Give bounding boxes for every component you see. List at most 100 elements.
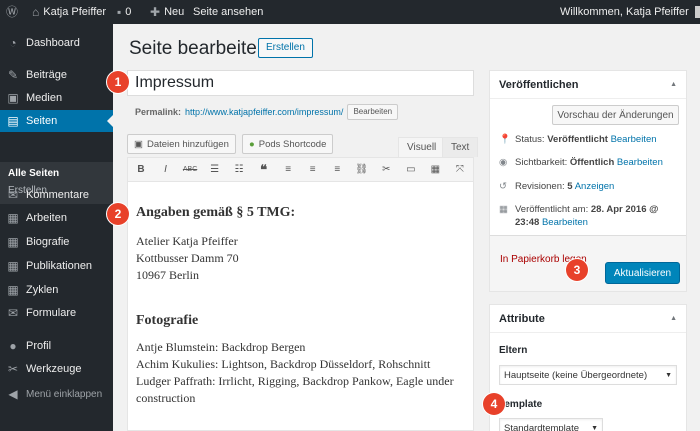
calendar-icon: ▦ [499, 204, 508, 215]
pin-icon: ✎ [7, 68, 19, 82]
menu-item-posts[interactable]: ✎ Beiträge [0, 64, 113, 86]
kitchen-sink-icon[interactable]: ▦ [426, 164, 444, 175]
list-bullet-icon[interactable]: ☰ [206, 164, 224, 175]
template-label: Template [499, 399, 543, 410]
parent-label: Eltern [499, 345, 528, 356]
template-select[interactable]: Standardtemplate ▼ [499, 418, 603, 431]
parent-select-value: Hauptseite (keine Übergeordnete) [504, 369, 648, 381]
bold-button[interactable]: B [132, 164, 150, 175]
editor-content[interactable]: Angaben gemäß § 5 TMG: Atelier Katja Pfe… [128, 182, 473, 419]
submenu-all-pages[interactable]: Alle Seiten [8, 168, 59, 179]
add-media-label: Dateien hinzufügen [146, 138, 229, 150]
template-select-value: Standardtemplate [504, 422, 579, 431]
menu-item-dashboard[interactable]: ◔ Dashboard [0, 32, 113, 54]
publish-box-header[interactable]: Veröffentlichen ▲ [490, 71, 686, 99]
menu-item-biografie[interactable]: ▦ Biografie [0, 231, 113, 253]
menu-item-media[interactable]: ▣ Medien [0, 87, 113, 109]
menu-item-arbeiten[interactable]: ▦ Arbeiten [0, 207, 113, 229]
credit-line: Ludger Paffrath: Irrlicht, Rigging, Back… [136, 374, 454, 405]
unlink-icon[interactable]: ✂ [377, 164, 395, 175]
update-button[interactable]: Aktualisieren [605, 262, 680, 284]
revisions-show-link[interactable]: Anzeigen [575, 181, 615, 192]
post-title-input[interactable]: Impressum [127, 70, 474, 96]
revisions-count: 5 [567, 181, 573, 192]
mail-icon: ✉ [7, 306, 19, 320]
site-name-link[interactable]: ⌂ Katja Pfeiffer [32, 0, 106, 24]
preview-changes-button[interactable]: Vorschau der Änderungen [552, 105, 679, 125]
site-name: Katja Pfeiffer [43, 6, 107, 18]
align-right-icon[interactable]: ≡ [328, 164, 346, 175]
editor-toolbar: B I ABC ☰ ☷ ❝ ≡ ≡ ≡ ⛓ ✂ ▭ ▦ ⤧ [128, 158, 473, 182]
menu-label: Formulare [26, 307, 77, 319]
permalink-edit-button[interactable]: Bearbeiten [347, 104, 399, 120]
link-icon[interactable]: ⛓ [353, 164, 371, 175]
menu-item-werkzeuge[interactable]: ✂ Werkzeuge [0, 358, 113, 380]
collapse-menu-button[interactable]: ◀ Menü einklappen [0, 383, 113, 405]
status-edit-link[interactable]: Bearbeiten [611, 134, 657, 145]
permalink-label: Permalink: [135, 107, 182, 117]
wordpress-logo-icon[interactable]: Ⓦ [6, 0, 18, 24]
view-page-link[interactable]: Seite ansehen [193, 0, 263, 24]
list-icon: ▦ [7, 283, 19, 297]
chevron-down-icon: ▼ [665, 371, 672, 379]
content-heading: Angaben gemäß § 5 TMG: [136, 205, 296, 220]
menu-label: Publikationen [26, 260, 93, 272]
published-label: Veröffentlicht am: [515, 204, 589, 215]
menu-item-profil[interactable]: ● Profil [0, 335, 113, 357]
comments-link[interactable]: ▪ 0 [117, 0, 131, 24]
parent-select[interactable]: Hauptseite (keine Übergeordnete) ▼ [499, 365, 677, 385]
menu-label: Biografie [26, 236, 70, 248]
permalink-url[interactable]: http://www.katjapfeiffer.com/impressum/ [185, 107, 343, 117]
credit-line: Achim Kukulies: Lightson, Backdrop Düsse… [136, 357, 431, 371]
menu-item-comments[interactable]: ✉ Kommentare [0, 184, 113, 206]
strikethrough-button[interactable]: ABC [181, 166, 199, 173]
chevron-down-icon: ▼ [591, 424, 598, 431]
content-editor[interactable]: B I ABC ☰ ☷ ❝ ≡ ≡ ≡ ⛓ ✂ ▭ ▦ ⤧ Angaben ge… [127, 157, 474, 431]
more-icon[interactable]: ▭ [402, 164, 420, 175]
collapse-arrow-icon: ◀ [8, 387, 18, 401]
visibility-edit-link[interactable]: Bearbeiten [617, 157, 663, 168]
italic-button[interactable]: I [157, 164, 175, 175]
collapse-triangle-icon[interactable]: ▲ [670, 315, 677, 322]
pages-icon: ▤ [7, 114, 19, 128]
menu-label: Beiträge [26, 69, 67, 81]
new-link[interactable]: ✚ Neu [150, 0, 184, 24]
menu-label: Kommentare [26, 189, 89, 201]
credit-line: Antje Blumstein: Backdrop Bergen [136, 340, 306, 354]
menu-item-zyklen[interactable]: ▦ Zyklen [0, 279, 113, 301]
annotation-badge-1: 1 [107, 71, 129, 93]
revisions-row: ↺ Revisionen: 5 Anzeigen [499, 180, 684, 193]
pods-shortcode-label: Pods Shortcode [258, 138, 327, 150]
comments-count: 0 [125, 6, 132, 18]
menu-item-pages[interactable]: ▤ Seiten [0, 110, 113, 132]
align-center-icon[interactable]: ≡ [304, 164, 322, 175]
align-left-icon[interactable]: ≡ [279, 164, 297, 175]
wrench-icon: ✂ [7, 362, 19, 376]
collapse-triangle-icon[interactable]: ▲ [670, 81, 677, 88]
menu-item-formulare[interactable]: ✉ Formulare [0, 302, 113, 324]
tab-visual[interactable]: Visuell [398, 137, 446, 157]
admin-bar: Ⓦ ⌂ Katja Pfeiffer ▪ 0 ✚ Neu Seite ansehen … [0, 0, 700, 24]
view-page-label: Seite ansehen [193, 6, 264, 18]
new-label: Neu [164, 6, 185, 18]
create-page-button[interactable]: Erstellen [258, 38, 313, 58]
add-media-button[interactable]: ▣ Dateien hinzufügen [127, 134, 236, 154]
media-icon: ▣ [134, 138, 143, 150]
fullscreen-icon[interactable]: ⤧ [451, 164, 469, 175]
home-icon: ⌂ [32, 5, 40, 19]
account-menu[interactable]: Willkommen, Katja Pfeiffer [560, 0, 700, 24]
tab-text[interactable]: Text [442, 137, 479, 157]
list-number-icon[interactable]: ☷ [230, 164, 248, 175]
comments-icon: ✉ [7, 188, 19, 202]
attributes-box-header[interactable]: Attribute ▲ [490, 305, 686, 333]
menu-label: Profil [26, 340, 52, 352]
pods-shortcode-button[interactable]: ● Pods Shortcode [242, 134, 334, 154]
annotation-badge-4: 4 [483, 393, 505, 415]
comment-bubble-icon: ▪ [117, 5, 122, 19]
welcome-text: Willkommen, Katja Pfeiffer [560, 6, 689, 18]
published-edit-link[interactable]: Bearbeiten [542, 217, 588, 228]
attributes-box-title: Attribute [499, 312, 545, 325]
menu-label: Arbeiten [26, 212, 67, 224]
quote-icon[interactable]: ❝ [255, 162, 273, 178]
menu-item-publikationen[interactable]: ▦ Publikationen [0, 255, 113, 277]
